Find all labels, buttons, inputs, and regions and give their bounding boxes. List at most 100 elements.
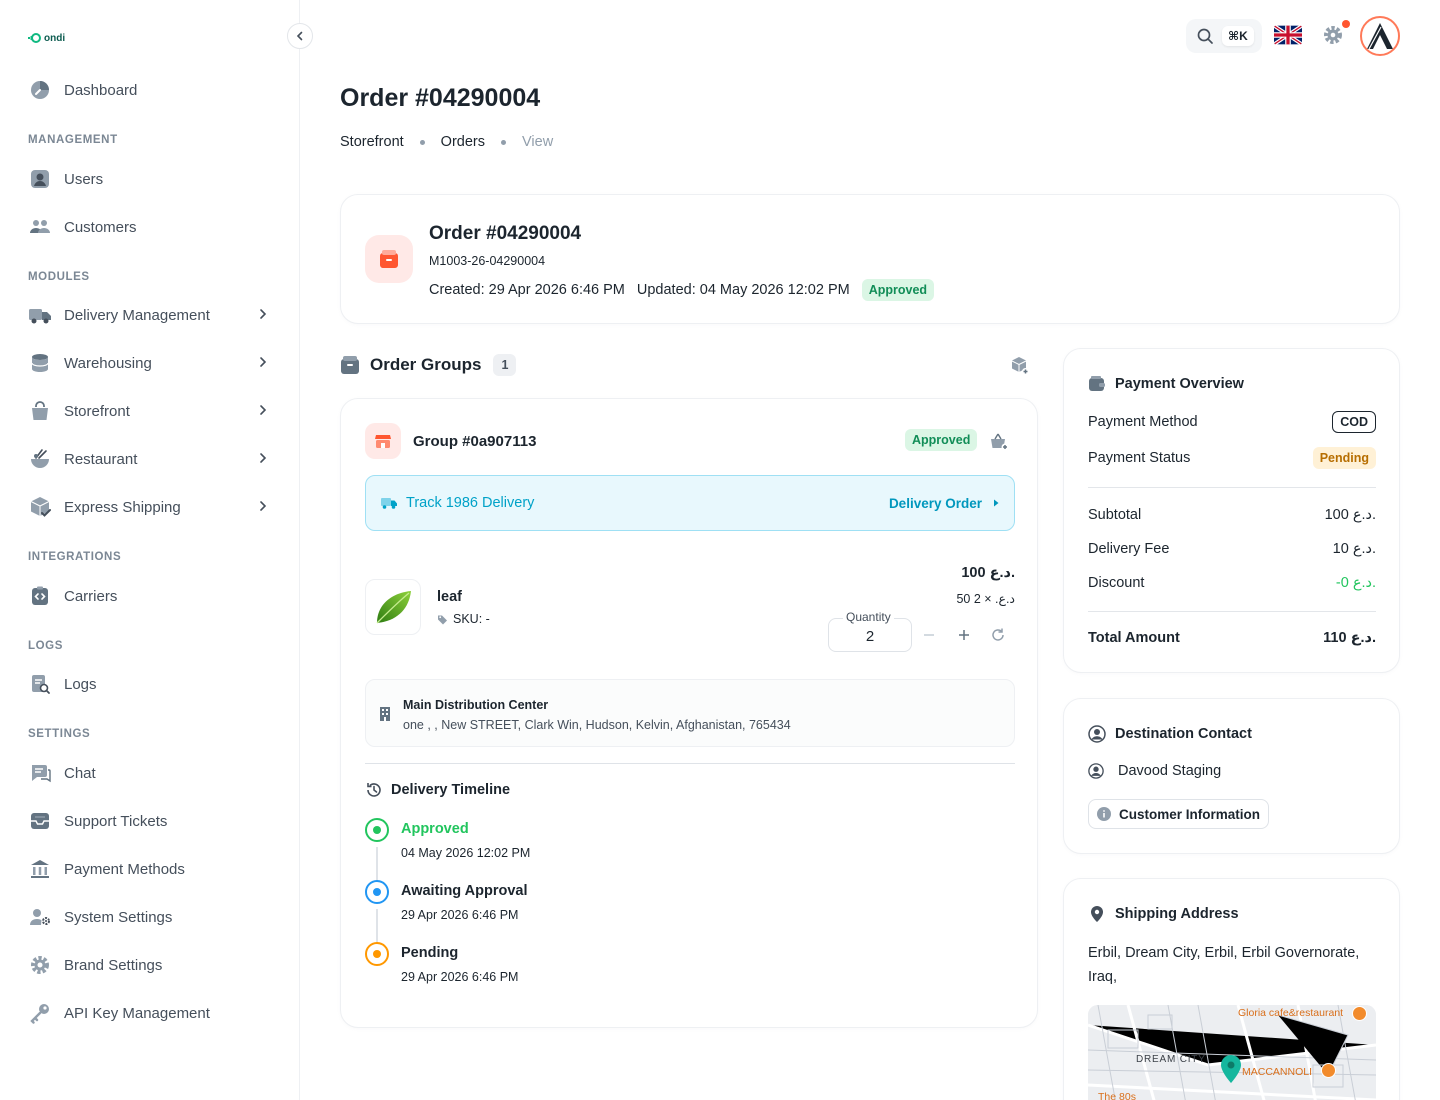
breadcrumb-orders[interactable]: Orders (441, 134, 485, 150)
sidebar-item-dashboard[interactable]: Dashboard (28, 70, 274, 110)
brand-logo[interactable]: ondi (28, 31, 65, 45)
track-delivery-label: Track 1986 Delivery (406, 495, 535, 511)
sidebar-item-payment-methods[interactable]: Payment Methods (28, 849, 274, 889)
product-name: leaf (437, 589, 462, 605)
sidebar-item-customers[interactable]: Customers (28, 207, 274, 247)
timeline-event-date: 29 Apr 2026 6:46 PM (401, 970, 519, 984)
sidebar-item-express-shipping[interactable]: Express Shipping (28, 487, 274, 527)
sidebar-collapse-button[interactable] (287, 23, 313, 49)
sidebar-item-logs[interactable]: Logs (28, 664, 274, 704)
settings-button[interactable] (1322, 24, 1344, 51)
sidebar-item-storefront[interactable]: Storefront (28, 391, 274, 431)
payment-overview-header: Payment Overview (1088, 375, 1244, 393)
product-sku: SKU: - (437, 612, 490, 626)
payment-method-badge: COD (1332, 411, 1376, 433)
search-shortcut: ⌘K (1222, 26, 1254, 46)
timeline-connector (376, 909, 378, 945)
group-cart-button[interactable] (989, 432, 1009, 457)
refresh-icon (992, 628, 1004, 641)
sidebar-item-label: Dashboard (64, 81, 138, 99)
warehouse-info: Main Distribution Center one , , New STR… (365, 679, 1015, 747)
file-search-icon (28, 672, 52, 696)
sidebar-item-label: System Settings (64, 908, 173, 926)
timeline-event-date: 29 Apr 2026 6:46 PM (401, 908, 519, 922)
line-item: leaf SKU: - 100 د.ع. 50 د.ع. × 2 2 Quant… (365, 565, 1015, 652)
track-delivery-banner[interactable]: Track 1986 Delivery Delivery Order (365, 475, 1015, 531)
section-integrations: INTEGRATIONS (28, 551, 122, 563)
shipping-address-card: Shipping Address Erbil, Dream City, Erbi… (1063, 878, 1400, 1100)
increase-quantity-button[interactable] (954, 625, 974, 645)
sidebar-item-delivery-management[interactable]: Delivery Management (28, 295, 274, 335)
sidebar-item-label: Storefront (64, 402, 130, 420)
package-add-icon (1011, 357, 1029, 375)
minus-icon (924, 634, 934, 636)
group-status-badge: Approved (905, 429, 978, 451)
gear-icon (28, 953, 52, 977)
reset-quantity-button[interactable] (988, 625, 1008, 645)
order-groups-title: Order Groups (370, 355, 482, 374)
building-icon (380, 707, 390, 721)
customer-information-button[interactable]: Customer Information (1088, 799, 1270, 829)
customer-information-label: Customer Information (1119, 806, 1261, 822)
quantity-value: 2 (865, 627, 875, 645)
decrease-quantity-button[interactable] (919, 625, 939, 645)
breadcrumb-storefront[interactable]: Storefront (340, 134, 404, 150)
sidebar-item-restaurant[interactable]: Restaurant (28, 439, 274, 479)
divider (365, 763, 1015, 764)
sidebar-item-users[interactable]: Users (28, 159, 274, 199)
discount-value: -0 د.ع. (1335, 575, 1376, 591)
avatar[interactable] (1360, 16, 1400, 56)
search-button[interactable]: ⌘K (1186, 19, 1262, 53)
sidebar-item-system-settings[interactable]: System Settings (28, 897, 274, 937)
map-poi-icon (1352, 1006, 1367, 1021)
timeline-event-title: Approved (401, 821, 469, 837)
chevron-right-icon (260, 405, 267, 415)
chevron-left-icon (296, 31, 303, 41)
shipping-address-header: Shipping Address (1088, 905, 1239, 923)
sidebar-item-support-tickets[interactable]: Support Tickets (28, 801, 274, 841)
food-bowl-icon (28, 447, 52, 471)
page-title: Order #04290004 (340, 84, 541, 112)
payment-status-label: Payment Status (1088, 450, 1191, 466)
shipping-map[interactable]: Gloria cafe&restaurant DREAM CITY MACCAN… (1088, 1005, 1376, 1100)
chevron-right-icon (260, 357, 267, 367)
payment-overview-title: Payment Overview (1115, 376, 1244, 392)
unit-price: 50 د.ع. × 2 (956, 592, 1015, 606)
section-modules: MODULES (28, 271, 90, 283)
speedometer-icon (28, 78, 52, 102)
notification-dot (1342, 20, 1350, 28)
user-settings-icon (28, 905, 52, 929)
add-group-button[interactable] (1010, 356, 1030, 381)
code-clipboard-icon (28, 584, 52, 608)
gear-icon (1324, 26, 1342, 44)
bank-icon (28, 857, 52, 881)
chat-icon (28, 761, 52, 785)
shipping-address-text: Erbil, Dream City, Erbil, Erbil Governor… (1088, 945, 1360, 985)
sidebar-item-label: Chat (64, 764, 96, 782)
payment-status-row: Payment Status Pending (1088, 447, 1376, 469)
timeline-connector (376, 847, 378, 883)
sidebar-item-carriers[interactable]: Carriers (28, 576, 274, 616)
sidebar-item-chat[interactable]: Chat (28, 753, 274, 793)
warehouse-name: Main Distribution Center (403, 698, 549, 712)
product-image (365, 579, 421, 635)
sidebar-item-label: API Key Management (64, 1004, 210, 1022)
sidebar-item-label: Delivery Management (64, 306, 210, 324)
sidebar-item-label: Warehousing (64, 354, 152, 372)
language-selector[interactable] (1274, 25, 1302, 45)
sidebar-item-label: Brand Settings (64, 956, 163, 974)
total-value: 110 د.ع. (1323, 630, 1376, 646)
payment-method-row: Payment Method COD (1088, 411, 1376, 433)
sidebar-item-label: Logs (64, 675, 97, 693)
sidebar-item-api-key-management[interactable]: API Key Management (28, 993, 274, 1033)
map-poi-icon (1321, 1063, 1336, 1078)
delivery-order-link[interactable]: Delivery Order (889, 496, 1000, 511)
sidebar-item-warehousing[interactable]: Warehousing (28, 343, 274, 383)
section-logs: LOGS (28, 640, 63, 652)
order-summary-card: Order #04290004 M1003-26-04290004 Create… (340, 194, 1400, 324)
sidebar-item-brand-settings[interactable]: Brand Settings (28, 945, 274, 985)
quantity-label: Quantity (843, 610, 894, 624)
order-groups-header: Order Groups 1 (340, 352, 1030, 378)
map-pin-icon (1221, 1055, 1241, 1088)
payment-overview-card: Payment Overview Payment Method COD Paym… (1063, 348, 1400, 673)
